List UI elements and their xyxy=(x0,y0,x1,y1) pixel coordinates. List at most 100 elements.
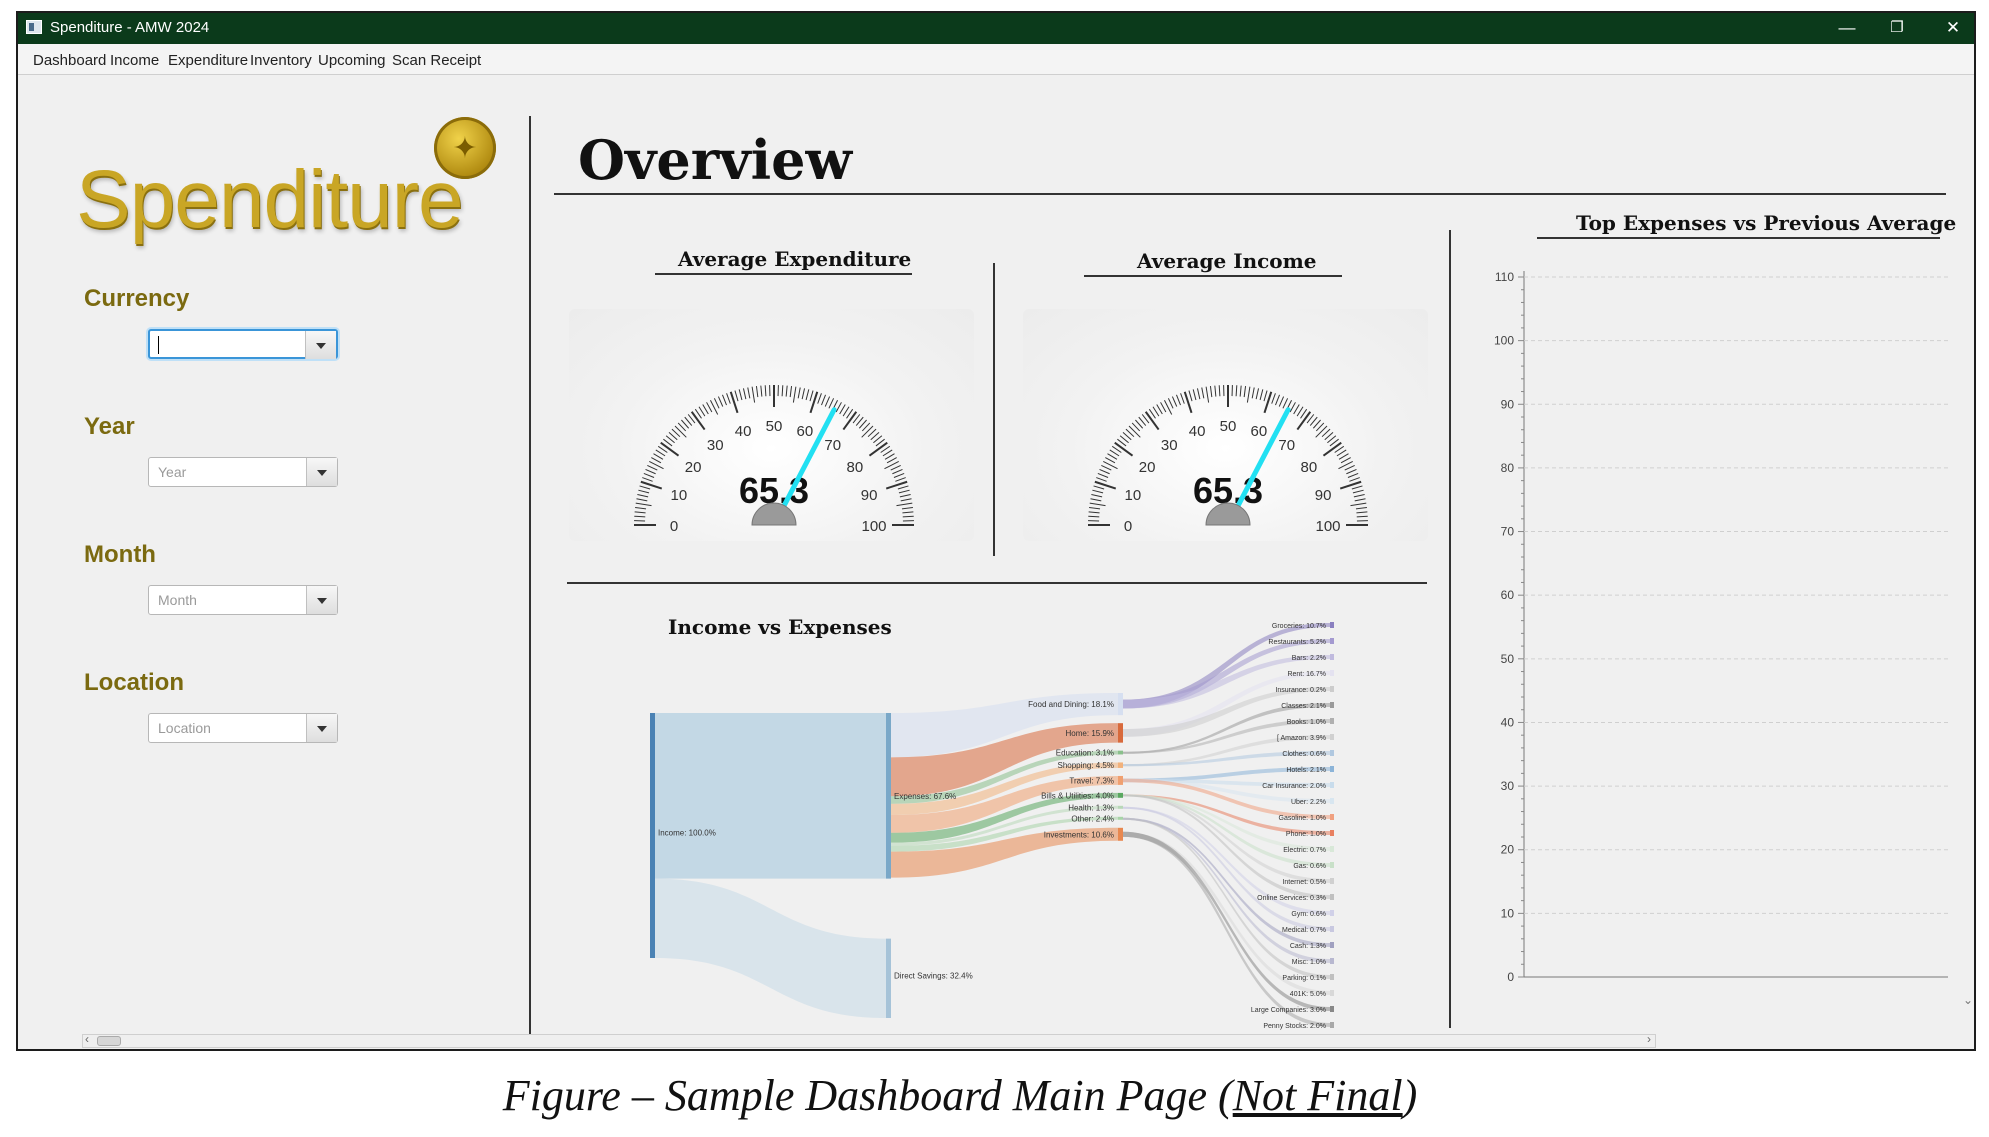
scroll-left-icon[interactable]: ‹ xyxy=(85,1032,89,1046)
sankey-leaf-node xyxy=(1330,654,1334,660)
gauge-minor-tick xyxy=(734,390,739,402)
gauge-tick-label: 0 xyxy=(670,518,678,535)
gauge-minor-tick xyxy=(1096,477,1107,482)
gauge-minor-tick xyxy=(895,477,906,482)
sankey-node xyxy=(886,938,891,1018)
currency-combo[interactable] xyxy=(148,329,338,359)
chevron-down-icon[interactable] xyxy=(305,331,336,359)
gauge-minor-tick xyxy=(636,498,648,502)
year-placeholder: Year xyxy=(158,464,187,480)
gauge-tick-label: 100 xyxy=(861,518,886,535)
gauge-minor-tick xyxy=(1156,404,1163,415)
gauge-minor-tick xyxy=(755,386,759,398)
gauge-minor-tick xyxy=(805,389,810,401)
gauge-minor-tick xyxy=(899,493,911,498)
horizontal-scrollbar[interactable]: ‹ › xyxy=(82,1032,1656,1048)
gauge-minor-tick xyxy=(1344,464,1355,471)
app-logo: Spenditure xyxy=(76,154,464,245)
minimize-icon[interactable]: — xyxy=(1832,17,1862,39)
gauge-minor-tick xyxy=(1196,388,1201,400)
gauge-minor-tick xyxy=(839,404,846,415)
sankey-leaf-node xyxy=(1330,830,1334,836)
gauge-minor-tick xyxy=(801,388,806,400)
sankey-leaf-label: Rent: 16.7% xyxy=(1287,671,1326,678)
gauge-minor-tick xyxy=(1109,449,1120,457)
scroll-right-icon[interactable]: › xyxy=(1647,1032,1651,1046)
chevron-down-icon[interactable] xyxy=(306,458,337,486)
gauge-minor-tick xyxy=(713,398,720,409)
gauge-minor-tick xyxy=(1089,502,1106,507)
text-caret xyxy=(158,336,159,354)
menu-expenditure[interactable]: Expenditure xyxy=(168,52,248,69)
sankey-node xyxy=(1118,816,1123,820)
location-label: Location xyxy=(84,669,184,696)
gauge-minor-tick xyxy=(653,453,664,460)
y-tick-label: 90 xyxy=(1501,397,1515,411)
gauge-minor-tick xyxy=(884,453,895,460)
sankey-leaf-label: Gas: 0.6% xyxy=(1293,863,1326,870)
restore-icon[interactable]: ❐ xyxy=(1882,17,1912,39)
gauge-tick-label: 20 xyxy=(1139,459,1156,476)
gauge-minor-tick xyxy=(785,385,788,397)
sankey-leaf-label: Phone: 1.0% xyxy=(1286,831,1326,838)
gauge-tick-label: 70 xyxy=(1278,437,1295,454)
gauge-minor-tick xyxy=(747,387,751,399)
y-tick-label: 0 xyxy=(1507,970,1514,984)
month-combo[interactable]: Month xyxy=(148,585,338,615)
sankey-leaf-node xyxy=(1330,670,1334,676)
sankey-leaf-node xyxy=(1330,894,1334,900)
sankey-node-label: Investments: 10.6% xyxy=(1044,830,1114,839)
sankey-flow xyxy=(1123,831,1330,1011)
sankey-leaf-node xyxy=(1330,942,1334,948)
gauge-minor-tick xyxy=(809,390,814,402)
gauge-minor-tick xyxy=(1346,468,1357,475)
gauge-minor-tick xyxy=(1296,406,1304,417)
gauge-minor-tick xyxy=(861,425,874,438)
sankey-leaf-node xyxy=(1330,974,1334,980)
gauge-tick-label: 90 xyxy=(861,487,878,504)
gauge-tick-label: 40 xyxy=(1189,423,1206,440)
scroll-down-icon[interactable]: ⌄ xyxy=(1963,993,1973,1007)
location-placeholder: Location xyxy=(158,720,211,736)
sankey-node xyxy=(1118,792,1123,798)
gauge-minor-tick xyxy=(706,402,713,413)
menu-inventory[interactable]: Inventory xyxy=(250,52,312,69)
sankey-node xyxy=(650,713,655,958)
year-combo[interactable]: Year xyxy=(148,457,338,487)
gauge-minor-tick xyxy=(639,485,651,490)
chevron-down-icon[interactable] xyxy=(306,586,337,614)
y-tick-label: 10 xyxy=(1501,906,1515,920)
gauge-minor-tick xyxy=(898,489,910,494)
gauge-minor-tick xyxy=(821,394,827,406)
sankey-node-label: Bills & Utilities: 4.0% xyxy=(1041,791,1114,800)
gauge-minor-tick xyxy=(635,502,652,507)
sankey-leaf-label: Parking: 0.1% xyxy=(1282,975,1326,982)
figure-caption: Figure – Sample Dashboard Main Page (Not… xyxy=(0,1070,1920,1121)
close-icon[interactable]: ✕ xyxy=(1938,17,1968,39)
gauge-minor-tick xyxy=(1201,387,1205,399)
menu-income[interactable]: Income xyxy=(110,52,159,69)
chevron-down-icon[interactable] xyxy=(306,714,337,742)
sankey-node-label: Income: 100.0% xyxy=(658,829,716,838)
gauge-minor-tick xyxy=(702,404,709,415)
sankey-leaf-node xyxy=(1330,798,1334,804)
gauge-minor-tick xyxy=(645,468,656,475)
scroll-thumb[interactable] xyxy=(97,1036,121,1046)
coin-logo-icon xyxy=(434,117,496,179)
gauge-minor-tick xyxy=(1263,390,1268,402)
menu-dashboard[interactable]: Dashboard xyxy=(33,52,106,69)
gauge-minor-tick xyxy=(1349,477,1360,482)
gauge-minor-tick xyxy=(1275,394,1281,406)
location-combo[interactable]: Location xyxy=(148,713,338,743)
sankey-leaf-node xyxy=(1330,878,1334,884)
menu-scan-receipt[interactable]: Scan Receipt xyxy=(392,52,481,69)
gauge-tick-label: 60 xyxy=(797,423,814,440)
month-placeholder: Month xyxy=(158,592,197,608)
gauge-minor-tick xyxy=(1089,506,1101,510)
y-tick-label: 50 xyxy=(1501,652,1515,666)
menu-upcoming[interactable]: Upcoming xyxy=(318,52,386,69)
gauge-minor-tick xyxy=(835,402,842,413)
sankey-leaf-node xyxy=(1330,846,1334,852)
sankey-node-label: Education: 3.1% xyxy=(1056,749,1114,758)
title-bar: Spenditure - AMW 2024 — ❐ ✕ xyxy=(18,13,1974,44)
